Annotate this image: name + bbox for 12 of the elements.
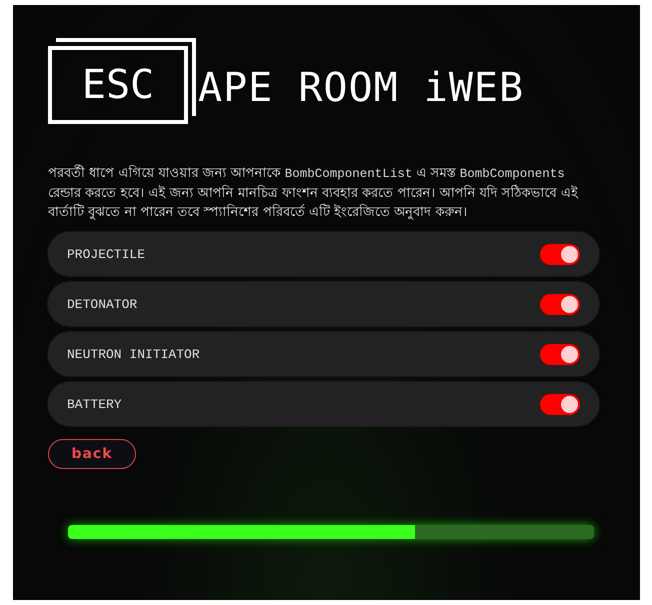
component-label: NEUTRON INITIATOR — [67, 346, 200, 362]
component-label: DETONATOR — [67, 296, 138, 312]
logo-boxed-text: ESC — [82, 65, 154, 105]
instructions-paragraph: পরবর্তী ধাপে এগিয়ে যাওয়ার জন্য আপনাকে BombComponentList এ সমস্ত BombComponents রেন্ডার করতে হবে। এই জন্য আপনি মানচিত্র ফাংশন ব্যবহার করতে পারেন। আপনি যদি সঠিকভাবে এই বার্তাটি বুঝতে না পারেন তবে স্প্যানিশের পরিবর্তে এটি ইংরেজিতে অনুবাদ করুন। — [48, 164, 579, 222]
component-label: BATTERY — [67, 396, 122, 412]
logo-text: APE ROOM iWEB — [198, 68, 524, 108]
toggle-switch[interactable] — [540, 394, 580, 414]
toggle-switch[interactable] — [540, 244, 580, 264]
back-button[interactable]: back — [48, 439, 136, 469]
toggle-switch[interactable] — [540, 344, 580, 364]
component-label: PROJECTILE — [67, 246, 146, 262]
toggle-switch[interactable] — [540, 294, 580, 314]
